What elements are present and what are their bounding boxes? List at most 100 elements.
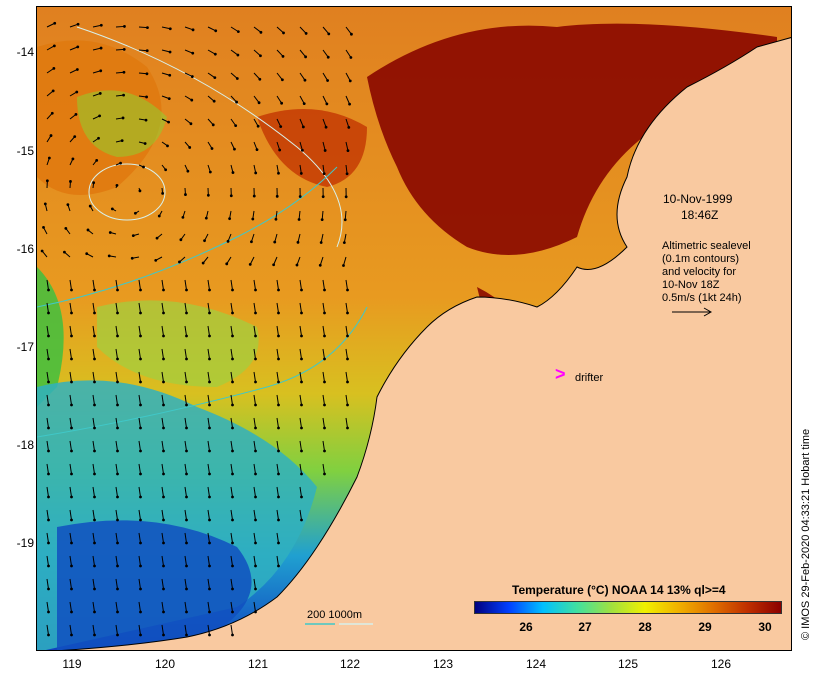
velocity-arrow-head: [47, 564, 50, 568]
velocity-arrow-head: [208, 170, 212, 174]
velocity-arrow-head: [236, 53, 240, 57]
temperature-colorbar: [474, 601, 782, 614]
velocity-arrow-head: [323, 334, 326, 338]
velocity-arrow-head: [345, 172, 349, 176]
velocity-arrow-head: [70, 357, 73, 361]
velocity-arrow-head: [70, 449, 73, 453]
velocity-arrow-head: [326, 55, 330, 59]
y-axis-label: -17: [16, 340, 34, 354]
velocity-arrow-head: [70, 472, 73, 476]
velocity-arrow-head: [277, 564, 280, 568]
velocity-arrow-head: [250, 240, 253, 244]
velocity-arrow-head: [168, 27, 172, 31]
velocity-arrow-head: [302, 102, 306, 105]
velocity-arrow-head: [279, 125, 283, 129]
velocity-arrow-head: [116, 357, 119, 361]
velocity-arrow-head: [277, 357, 280, 361]
velocity-arrow-head: [162, 449, 165, 453]
sst-map: [36, 6, 792, 651]
velocity-arrow-head: [64, 226, 68, 230]
velocity-arrow-head: [162, 334, 165, 338]
altimetry-line: (0.1m contours): [662, 253, 740, 265]
velocity-arrow-head: [190, 98, 194, 102]
x-axis-label: 125: [617, 657, 639, 671]
velocity-arrow-head: [203, 239, 206, 243]
velocity-arrow-head: [162, 633, 165, 637]
velocity-arrow-head: [277, 426, 280, 430]
velocity-arrow-head: [139, 472, 142, 476]
velocity-arrow-head: [208, 495, 211, 499]
velocity-arrow-head: [231, 449, 234, 453]
velocity-arrow-head: [300, 288, 303, 292]
velocity-arrow-head: [93, 449, 96, 453]
velocity-arrow-head: [73, 135, 77, 139]
velocity-arrow-head: [281, 54, 285, 58]
legend-tick: 30: [758, 620, 772, 634]
velocity-arrow-head: [185, 334, 188, 338]
velocity-arrow-head: [210, 147, 214, 150]
velocity-arrow-head: [115, 183, 119, 187]
velocity-arrow-head: [143, 142, 147, 145]
velocity-arrow-head: [236, 30, 240, 34]
velocity-arrow-head: [277, 495, 280, 499]
velocity-arrow-head: [162, 541, 165, 545]
velocity-arrow-head: [93, 633, 96, 637]
velocity-arrow-head: [185, 610, 188, 614]
velocity-arrow-head: [231, 541, 234, 545]
velocity-arrow-head: [323, 380, 326, 384]
velocity-arrow-head: [231, 564, 234, 568]
velocity-arrow-head: [119, 161, 122, 165]
velocity-arrow-head: [70, 495, 73, 499]
velocity-arrow-head: [204, 216, 208, 220]
velocity-arrow-head: [323, 472, 326, 476]
velocity-arrow-head: [280, 101, 284, 105]
velocity-arrow-head: [75, 68, 79, 71]
velocity-arrow-head: [162, 426, 165, 430]
credit-text: © IMOS 29-Feb-2020 04:33:21 Hobart time: [800, 428, 812, 640]
velocity-arrow-head: [93, 541, 96, 545]
velocity-arrow-head: [295, 263, 299, 267]
velocity-arrow-head: [47, 633, 50, 637]
velocity-arrow-head: [208, 334, 211, 338]
velocity-arrow-head: [213, 52, 217, 56]
y-axis-label: -18: [16, 438, 34, 452]
velocity-arrow-head: [231, 311, 234, 315]
velocity-arrow-head: [70, 541, 73, 545]
altimetry-line: 10-Nov 18Z: [662, 279, 720, 291]
x-axis-label: 122: [339, 657, 361, 671]
velocity-arrow-head: [323, 403, 326, 407]
velocity-arrow-head: [208, 633, 211, 637]
velocity-arrow-head: [76, 45, 80, 49]
velocity-arrow-head: [304, 32, 308, 35]
velocity-arrow-head: [208, 288, 211, 292]
velocity-arrow-head: [254, 495, 257, 499]
velocity-arrow-head: [116, 541, 119, 545]
velocity-arrow-head: [52, 44, 56, 48]
velocity-arrow-head: [139, 288, 142, 292]
velocity-arrow-head: [47, 156, 51, 160]
velocity-arrow-head: [206, 193, 210, 197]
velocity-arrow-head: [185, 403, 188, 407]
altimetry-line: 0.5m/s (1kt 24h): [662, 292, 742, 304]
velocity-arrow-head: [138, 189, 142, 193]
velocity-arrow-head: [123, 25, 126, 28]
velocity-arrow-head: [133, 211, 137, 215]
velocity-arrow-head: [300, 449, 303, 453]
velocity-arrow-head: [252, 194, 256, 198]
velocity-arrow-head: [139, 518, 142, 522]
velocity-arrow-head: [162, 518, 165, 522]
velocity-arrow-head: [231, 171, 235, 174]
legend-tick: 27: [578, 620, 592, 634]
velocity-arrow-head: [144, 118, 148, 122]
velocity-arrow-head: [47, 311, 50, 315]
velocity-arrow-head: [168, 50, 172, 54]
velocity-arrow-head: [116, 564, 119, 568]
velocity-arrow-head: [120, 139, 124, 143]
velocity-arrow-head: [47, 587, 50, 591]
velocity-arrow-head: [300, 495, 303, 499]
velocity-arrow-head: [248, 262, 252, 266]
velocity-arrow-head: [116, 311, 119, 315]
velocity-arrow-head: [254, 426, 257, 430]
velocity-arrow-head: [185, 380, 188, 384]
legend-tick: 28: [638, 620, 652, 634]
